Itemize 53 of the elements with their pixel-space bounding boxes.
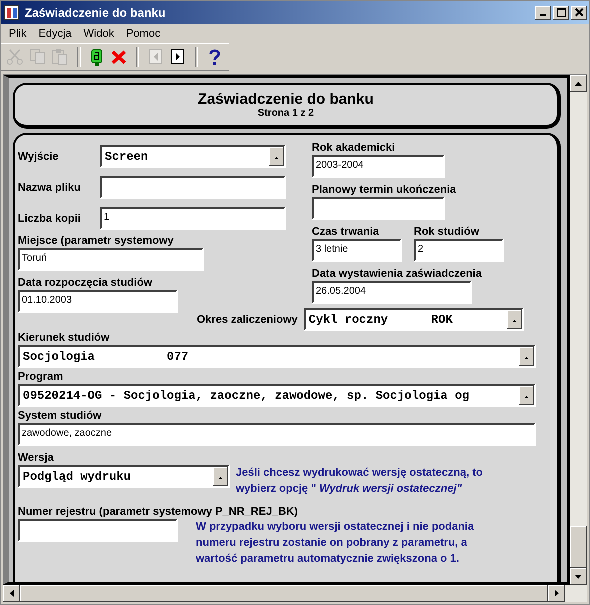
duration-field[interactable]: 3 letnie [312, 239, 402, 262]
version-dropdown[interactable]: Podgląd wydruku [18, 465, 230, 488]
scroll-right-icon[interactable] [548, 585, 565, 602]
field-label: Liczba kopii [18, 212, 82, 226]
period-dropdown[interactable]: Cykl roczny ROK [304, 308, 524, 331]
field-label: Rok akademicki [312, 141, 396, 155]
field-label: Miejsce (parametr systemowy [18, 234, 175, 248]
field-label: Data rozpoczęcia studiów [18, 276, 154, 290]
maximize-icon [556, 8, 566, 17]
close-icon [574, 8, 584, 17]
window-title: Zaświadczenie do banku [25, 6, 167, 20]
study-system-field[interactable]: zawodowe, zaoczne [18, 423, 536, 446]
hint-text: Jeśli chcesz wydrukować wersję ostateczną, to wybierz opcję " Wydruk wersji ostatecznej" [236, 466, 484, 497]
field-label: Rok studiów [414, 225, 480, 239]
place-field[interactable]: Toruń [18, 248, 204, 271]
field-label: Numer rejestru (parametr systemowy P_NR_REJ_BK) [18, 505, 299, 519]
scroll-up-icon[interactable] [570, 75, 587, 92]
field-label: Kierunek studiów [18, 331, 111, 345]
app-icon [4, 4, 20, 20]
scroll-left-icon[interactable] [3, 585, 20, 602]
maximize-button[interactable] [553, 6, 569, 20]
field-label: Wersja [18, 451, 55, 465]
scrollbar-thumb[interactable] [570, 526, 587, 568]
field-label: Czas trwania [312, 225, 380, 239]
field-label: Program [18, 370, 64, 384]
issue-date-field[interactable]: 26.05.2004 [312, 281, 472, 304]
field-label: Data wystawienia zaświadczenia [312, 267, 483, 281]
field-label: Okres zaliczeniowy [197, 312, 298, 326]
program-dropdown[interactable]: 09520214-OG - Socjologia, zaoczne, zawodowe, sp. Socjologia og [18, 384, 536, 407]
menu-item[interactable]: Plik [3, 28, 33, 40]
output-dropdown[interactable]: Screen [100, 145, 286, 168]
academic-year-field[interactable]: 2003-2004 [312, 155, 445, 178]
copies-field[interactable]: 1 [100, 207, 286, 230]
close-button[interactable] [571, 6, 587, 20]
field-label: Nazwa pliku [18, 180, 82, 194]
field-label: Planowy termin ukończenia [312, 183, 458, 197]
study-year-field[interactable]: 2 [414, 239, 504, 262]
minimize-button[interactable] [535, 6, 551, 20]
menu-item[interactable]: Edycja [32, 28, 78, 40]
register-number-field[interactable] [18, 519, 178, 542]
vertical-scrollbar[interactable] [570, 75, 587, 585]
hint-text: W przypadku wyboru wersji ostatecznej i nie podania numeru rejestru zostanie on pobrany z parametru, a wartość parametru automatycznie zwiększona o 1. [196, 520, 476, 567]
file-name-field[interactable] [100, 176, 286, 199]
scroll-down-icon[interactable] [570, 568, 587, 585]
menu-item[interactable]: Widok [78, 28, 120, 40]
field-label: System studiów [18, 409, 103, 423]
menu-item[interactable]: Pomoc [120, 28, 167, 40]
report-title: Zaświadczenie do banku [198, 91, 374, 108]
planned-end-field[interactable] [312, 197, 445, 220]
page-indicator: Strona 1 z 2 [258, 108, 314, 119]
field-of-study-dropdown[interactable]: Socjologia 077 [18, 345, 536, 368]
start-date-field[interactable]: 01.10.2003 [18, 290, 178, 313]
field-label: Wyjście [18, 150, 60, 164]
